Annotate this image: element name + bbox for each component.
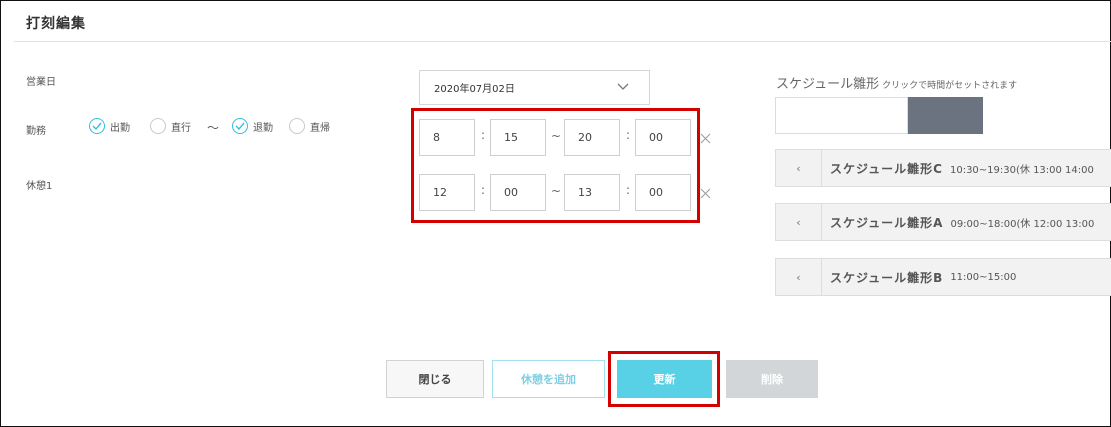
business-day-value: 2020年07月02日: [434, 84, 515, 95]
clock-in-checkbox[interactable]: 出勤: [89, 118, 130, 134]
template-name: スケジュール雛形A: [830, 215, 944, 230]
break1-label: 休憩1: [26, 181, 53, 192]
add-break-button[interactable]: 休憩を追加: [492, 360, 605, 398]
business-day-select[interactable]: 2020年07月02日: [419, 70, 650, 105]
clock-out-label: 退勤: [253, 122, 273, 134]
direct-return-label: 直帰: [310, 122, 330, 134]
schedule-template-b[interactable]: ‹ スケジュール雛形B 11:00~15:00: [775, 258, 1111, 296]
template-time: 11:00~15:00: [950, 271, 1017, 283]
template-time: 10:30~19:30(休 13:00 14:00: [949, 164, 1094, 176]
attendance-tilde: 〜: [207, 121, 220, 135]
clock-in-label: 出勤: [110, 122, 130, 134]
chevron-left-icon: ‹: [776, 150, 822, 186]
schedule-swatch-dark[interactable]: [908, 97, 983, 134]
highlight-time-inputs: [411, 108, 700, 223]
delete-button[interactable]: 削除: [726, 360, 818, 398]
chevron-left-icon: ‹: [776, 259, 822, 295]
direct-go-label: 直行: [171, 122, 191, 134]
template-name: スケジュール雛形C: [830, 161, 943, 176]
schedule-title-text: スケジュール雛形: [776, 77, 880, 92]
title-divider: [14, 41, 1111, 42]
chevron-left-icon: ‹: [776, 204, 822, 240]
schedule-template-a[interactable]: ‹ スケジュール雛形A 09:00~18:00(休 12:00 13:00: [775, 203, 1111, 241]
unchecked-circle-icon: [150, 118, 166, 134]
clock-out-checkbox[interactable]: 退勤: [232, 118, 273, 134]
highlight-update-button: [608, 351, 720, 407]
attendance-label: 勤務: [26, 126, 46, 137]
close-button[interactable]: 閉じる: [386, 360, 484, 398]
schedule-template-c[interactable]: ‹ スケジュール雛形C 10:30~19:30(休 13:00 14:00: [775, 149, 1111, 187]
check-icon: [232, 118, 248, 134]
chevron-down-icon: [617, 83, 629, 90]
template-name: スケジュール雛形B: [830, 270, 944, 285]
schedule-hint: クリックで時間がセットされます: [882, 81, 1018, 91]
clear-break-time-icon[interactable]: [700, 188, 711, 199]
direct-go-checkbox[interactable]: 直行: [150, 118, 191, 134]
business-day-label: 営業日: [26, 77, 56, 88]
direct-return-checkbox[interactable]: 直帰: [289, 118, 330, 134]
unchecked-circle-icon: [289, 118, 305, 134]
schedule-swatch-white[interactable]: [775, 97, 908, 134]
schedule-title: スケジュール雛形 クリックで時間がセットされます: [776, 73, 1017, 92]
page-title: 打刻編集: [26, 16, 86, 32]
check-icon: [89, 118, 105, 134]
clear-work-time-icon[interactable]: [700, 133, 711, 144]
template-time: 09:00~18:00(休 12:00 13:00: [950, 218, 1095, 230]
